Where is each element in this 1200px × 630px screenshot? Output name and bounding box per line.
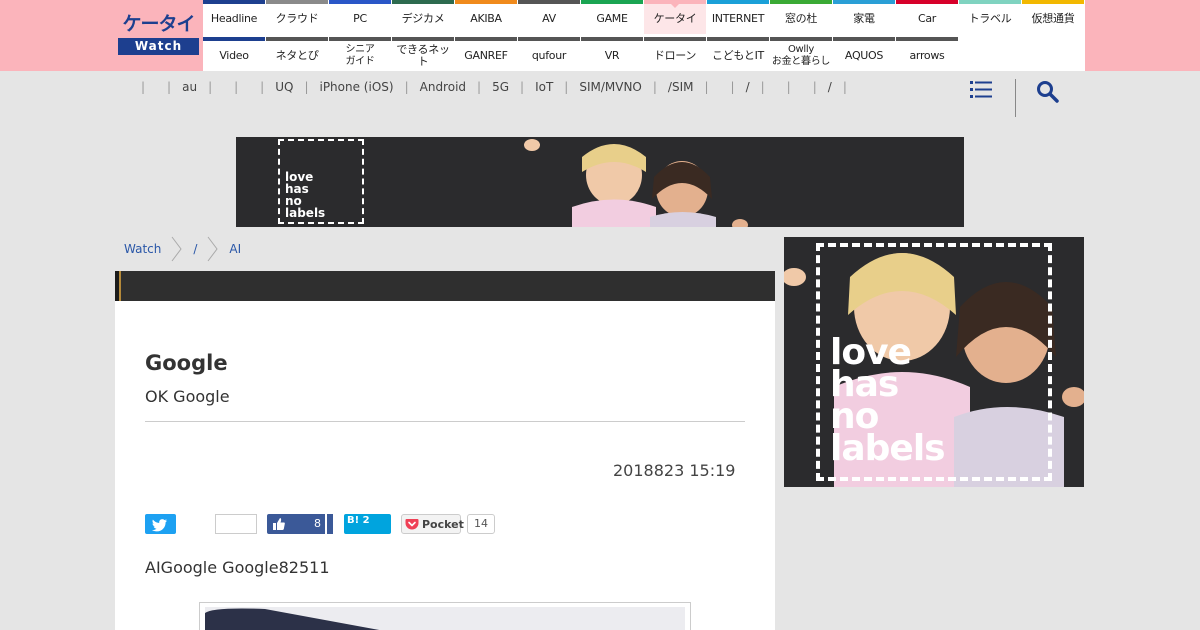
subnav-separator: | — [477, 80, 482, 94]
subnav-item[interactable]: SIM/MVNO — [579, 80, 642, 94]
subnav-separator: | — [760, 80, 765, 94]
subnav-separator: | — [564, 80, 569, 94]
subnav-separator: | — [786, 80, 791, 94]
nav-item[interactable]: こどもとIT — [707, 37, 769, 71]
nav-item[interactable]: INTERNET — [707, 0, 769, 34]
nav-item[interactable]: 仮想通貨 — [1022, 0, 1084, 34]
nav-item[interactable]: arrows — [896, 37, 958, 71]
subnav-item[interactable]: au — [182, 80, 197, 94]
subnav-item[interactable]: UQ — [275, 80, 293, 94]
breadcrumb: Watch / AI — [124, 236, 241, 262]
chevron-right-icon — [208, 236, 219, 262]
menu-icon[interactable] — [970, 80, 994, 100]
header-divider — [1015, 79, 1016, 117]
nav-item[interactable]: Video — [203, 37, 265, 71]
pocket-icon — [405, 519, 419, 530]
subnav-item[interactable]: Android — [420, 80, 466, 94]
pocket-count: 14 — [467, 514, 495, 534]
subnav-separator: | — [260, 80, 265, 94]
nav-item[interactable]: AKIBA — [455, 0, 517, 34]
breadcrumb-link-ai[interactable]: AI — [229, 242, 241, 256]
subnav-separator: | — [167, 80, 172, 94]
subnav-separator: | — [520, 80, 525, 94]
pocket-button[interactable]: Pocket — [401, 514, 464, 534]
nav-item[interactable]: クラウド — [266, 0, 328, 34]
subnav-item[interactable]: iPhone (iOS) — [319, 80, 393, 94]
nav-item[interactable]: デジカメ — [392, 0, 454, 34]
facebook-button-edge — [325, 514, 333, 534]
facebook-like-button[interactable]: 8 — [267, 514, 333, 534]
facebook-like-count: 8 — [314, 517, 321, 530]
subnav-separator: | — [730, 80, 735, 94]
nav-item[interactable]: qufour — [518, 37, 580, 71]
article-title: Google — [145, 351, 228, 375]
article-body: Google OK Google 2018823 15:19 8 B! 2 Po… — [115, 271, 775, 630]
subnav-separator: | — [404, 80, 409, 94]
nav-item[interactable]: 窓の杜 — [770, 0, 832, 34]
hatena-bookmark-button[interactable]: B! 2 — [344, 514, 391, 534]
side-ad-text: love has no labels — [830, 332, 946, 469]
nav-item[interactable]: Headline — [203, 0, 265, 34]
subnav-separator: | — [704, 80, 709, 94]
subnav-item[interactable]: /SIM — [668, 80, 694, 94]
publish-date: 2018823 15:19 — [613, 461, 736, 480]
subnav-separator: | — [208, 80, 213, 94]
nav-item[interactable]: ネタとぴ — [266, 37, 328, 71]
title-divider — [145, 421, 745, 422]
logo-sub: Watch — [118, 38, 199, 55]
chevron-right-icon — [171, 236, 182, 262]
figure-image — [205, 607, 685, 630]
nav-item[interactable]: できるネット — [392, 37, 454, 71]
hatena-label: B! 2 — [347, 515, 370, 526]
nav-item[interactable]: AV — [518, 0, 580, 34]
nav-item[interactable]: Owlly お金と暮らし — [770, 37, 832, 71]
subnav-separator: | — [842, 80, 847, 94]
thumbs-up-icon — [273, 518, 285, 530]
subnav-separator: | — [234, 80, 239, 94]
twitter-icon — [152, 519, 167, 532]
nav-item[interactable]: 家電 — [833, 0, 895, 34]
subnav-separator: | — [652, 80, 657, 94]
sub-navigation: | | au | | | UQ | iPhone (iOS) | Android | 5G | IoT | SI… — [130, 79, 858, 95]
banner-ad-frame: love has no labels — [278, 139, 364, 224]
article-figure[interactable] — [199, 602, 691, 630]
nav-item[interactable]: VR — [581, 37, 643, 71]
search-icon[interactable] — [1036, 80, 1060, 104]
like-count-box[interactable] — [215, 514, 257, 534]
nav-item[interactable]: PC — [329, 0, 391, 34]
subnav-separator: | — [141, 80, 146, 94]
nav-item[interactable]: GANREF — [455, 37, 517, 71]
subnav-item[interactable]: IoT — [535, 80, 553, 94]
site-logo[interactable]: ケータイ Watch — [118, 12, 199, 56]
logo-wordmark: ケータイ — [122, 13, 195, 35]
nav-item[interactable]: ケータイ — [644, 0, 706, 34]
pocket-label: Pocket — [422, 518, 464, 531]
nav-item[interactable]: トラベル — [959, 0, 1021, 34]
article-title-bar — [115, 271, 775, 301]
site-nav-grid: Headline クラウド PC デジカメ AKIBA AV GAME ケータイ INTERNE… — [203, 0, 1085, 71]
breadcrumb-link-watch[interactable]: Watch — [124, 242, 161, 256]
banner-ad-text: love has no labels — [285, 170, 326, 220]
article-subtitle: OK Google — [145, 387, 230, 406]
nav-item[interactable]: ドローン — [644, 37, 706, 71]
title-bar-accent — [115, 271, 121, 301]
subnav-item[interactable]: 5G — [492, 80, 509, 94]
nav-item[interactable]: AQUOS — [833, 37, 895, 71]
nav-item[interactable]: シニア ガイド — [329, 37, 391, 71]
subnav-item[interactable]: / — [746, 80, 750, 94]
subnav-separator: | — [304, 80, 309, 94]
side-ad[interactable]: love has no labels — [784, 237, 1084, 487]
nav-item[interactable]: GAME — [581, 0, 643, 34]
breadcrumb-link-category[interactable]: / — [193, 242, 197, 256]
subnav-item[interactable]: / — [828, 80, 832, 94]
nav-item[interactable]: Car — [896, 0, 958, 34]
twitter-share-button[interactable] — [145, 514, 176, 534]
subnav-separator: | — [812, 80, 817, 94]
banner-ad[interactable]: love has no labels — [236, 137, 964, 227]
article-lead: AIGoogle Google82511 — [145, 558, 330, 577]
